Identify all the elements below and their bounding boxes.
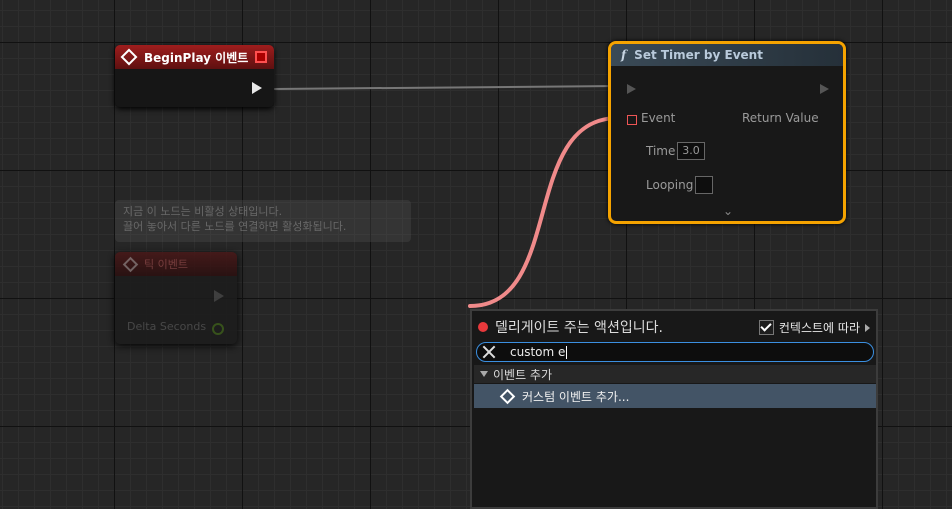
action-menu-header: 델리게이트 주는 액션입니다.: [478, 317, 663, 337]
delegate-wire[interactable]: [468, 116, 620, 308]
context-sensitive-toggle[interactable]: 컨텍스트에 따라: [758, 319, 870, 336]
checkbox-icon[interactable]: [758, 320, 774, 335]
disabled-node-title: 틱 이벤트: [144, 258, 188, 271]
expand-arrow-icon[interactable]: [865, 323, 870, 332]
event-diamond-icon: [120, 48, 138, 66]
looping-label: Looping: [646, 178, 694, 192]
context-sensitive-label[interactable]: 컨텍스트에 따라: [779, 319, 860, 336]
exec-out-pin[interactable]: [820, 84, 829, 94]
looping-checkbox[interactable]: [695, 176, 713, 194]
delta-seconds-pin[interactable]: [212, 323, 224, 335]
category-add-event[interactable]: 이벤트 추가: [474, 365, 876, 383]
set-timer-header[interactable]: f Set Timer by Event: [611, 44, 843, 66]
exec-in-pin[interactable]: [627, 84, 636, 94]
add-custom-event-item[interactable]: 커스텀 이벤트 추가...: [474, 384, 876, 408]
event-diamond-icon: [499, 388, 516, 404]
tooltip-line-1: 지금 이 노드는 비활성 상태입니다.: [123, 205, 283, 218]
begin-play-node[interactable]: BeginPlay 이벤트: [115, 45, 274, 107]
event-pin[interactable]: [627, 115, 637, 125]
text-caret: [566, 345, 568, 359]
event-diamond-icon: [122, 256, 139, 272]
category-label: 이벤트 추가: [493, 367, 553, 382]
return-value-label: Return Value: [742, 111, 819, 125]
tooltip-line-2: 끌어 놓아서 다른 노드를 연결하면 활성화됩니다.: [123, 220, 347, 233]
function-icon: f: [621, 48, 627, 62]
add-custom-event-label: 커스텀 이벤트 추가...: [522, 389, 630, 404]
time-input[interactable]: 3.0: [677, 142, 705, 160]
set-timer-title: Set Timer by Event: [634, 48, 763, 62]
exec-out-pin[interactable]: [214, 290, 224, 302]
clear-icon[interactable]: [482, 345, 496, 359]
time-label: Time: [646, 144, 676, 158]
search-input[interactable]: custom e: [476, 342, 874, 362]
begin-play-header[interactable]: BeginPlay 이벤트: [115, 45, 274, 69]
disabled-node-tooltip: 지금 이 노드는 비활성 상태입니다. 끌어 놓아서 다른 노드를 연결하면 활…: [115, 200, 411, 242]
collapse-arrow-icon[interactable]: [480, 371, 488, 377]
exec-wire: [273, 85, 619, 90]
exec-out-pin[interactable]: [252, 82, 262, 94]
disabled-node-header[interactable]: 틱 이벤트: [115, 252, 237, 276]
set-timer-node[interactable]: f Set Timer by Event Event Return Value …: [608, 41, 846, 224]
begin-play-title: BeginPlay 이벤트: [144, 50, 249, 65]
delegate-pin[interactable]: [255, 51, 267, 63]
delegate-dot-icon: [478, 322, 488, 332]
action-menu[interactable]: 델리게이트 주는 액션입니다. 컨텍스트에 따라 custom e 이벤트 추가…: [470, 309, 878, 509]
action-menu-title: 델리게이트 주는 액션입니다.: [495, 320, 663, 336]
delta-seconds-label: Delta Seconds: [127, 320, 207, 333]
event-pin-label: Event: [641, 111, 676, 125]
search-value[interactable]: custom e: [510, 345, 565, 359]
disabled-event-node[interactable]: 틱 이벤트 Delta Seconds: [115, 252, 237, 344]
chevron-down-icon[interactable]: ⌄: [723, 204, 733, 218]
